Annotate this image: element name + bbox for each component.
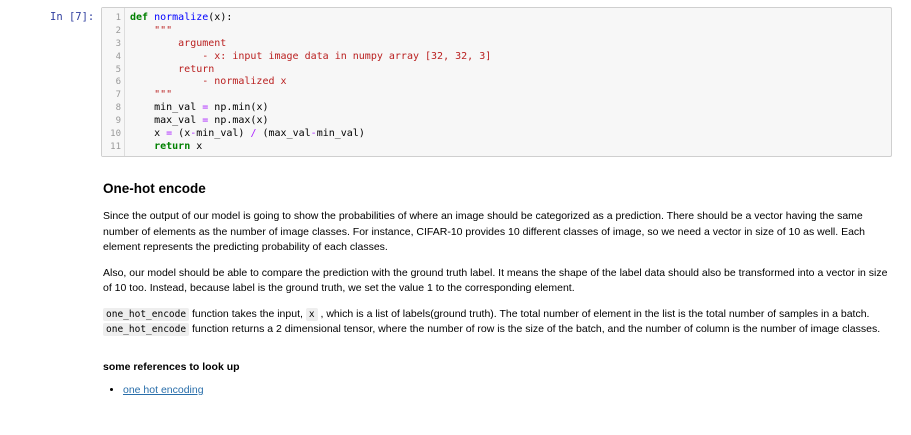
line-number: 9	[115, 116, 121, 127]
one-hot-encoding-link[interactable]: one hot encoding	[123, 384, 204, 396]
code-text: return x	[154, 140, 203, 152]
paragraph-3-text-2: , which is a list of labels(ground truth…	[317, 307, 870, 320]
line-number: 8	[115, 103, 121, 114]
code-line: 3 argument	[102, 38, 891, 51]
line-number: 2	[115, 25, 121, 36]
code-text: min_val = np.min(x)	[130, 102, 269, 114]
line-number: 10	[110, 129, 121, 140]
code-text: """	[154, 24, 173, 36]
inline-code-one-hot-encode-2: one_hot_encode	[103, 323, 190, 336]
paragraph-2: Also, our model should be able to compar…	[103, 266, 888, 295]
line-number: 3	[115, 38, 121, 49]
line-number: 5	[115, 64, 121, 75]
code-line: 6 - normalized x	[102, 76, 891, 89]
line-number: 11	[110, 141, 121, 152]
paragraph-3: one_hot_encode function takes the input,…	[103, 307, 893, 338]
paragraph-3-text-1: function takes the input,	[189, 307, 306, 320]
code-line: 2 """	[102, 25, 891, 38]
code-line: 9 max_val = np.max(x)	[102, 115, 891, 128]
code-cell[interactable]: In [7]: 1 def normalize(x): 2 """ 3 argumen…	[0, 0, 911, 164]
code-text: def normalize(x):	[130, 12, 233, 23]
paragraph-3-text-3: function returns a 2 dimensional tensor,…	[189, 323, 881, 335]
code-line: 10 x = (x-min_val) / (max_val-min_val)	[102, 128, 891, 141]
references-list: one hot encoding	[103, 383, 893, 399]
code-line: 8 min_val = np.min(x)	[102, 102, 891, 115]
code-text: - x: input image data in numpy array [32…	[130, 50, 492, 62]
code-text: x = (x-min_val) / (max_val-min_val)	[130, 128, 365, 140]
inline-code-one-hot-encode: one_hot_encode	[103, 307, 190, 321]
paragraph-1: Since the output of our model is going t…	[103, 210, 866, 253]
inline-code-x: x	[305, 307, 318, 321]
code-text: max_val = np.max(x)	[130, 115, 269, 127]
code-line: 1 def normalize(x):	[102, 12, 891, 25]
code-text: argument	[130, 37, 227, 49]
code-text: """	[130, 89, 173, 101]
line-number: 7	[115, 90, 121, 101]
code-line: 11 return x	[102, 141, 891, 154]
references-list-item: one hot encoding	[123, 383, 893, 399]
line-number: 6	[115, 77, 121, 88]
line-number: 1	[115, 13, 121, 23]
code-line: 5 return	[102, 64, 891, 77]
references-heading: some references to look up	[103, 360, 240, 373]
code-lines: 1 def normalize(x): 2 """ 3 argument 4 - x: …	[102, 12, 891, 154]
code-line: 4 - x: input image data in numpy array […	[102, 51, 891, 64]
code-line: 7 """	[102, 89, 891, 102]
markdown-cell[interactable]: One-hot encode Since the output of our m…	[103, 180, 893, 399]
code-editor[interactable]: 1 def normalize(x): 2 """ 3 argument 4 - x: …	[101, 7, 892, 157]
line-number: 4	[115, 51, 121, 62]
section-heading: One-hot encode	[103, 181, 206, 196]
code-text: return	[130, 63, 215, 75]
cell-prompt: In [7]:	[50, 11, 95, 23]
code-text: - normalized x	[130, 76, 287, 88]
